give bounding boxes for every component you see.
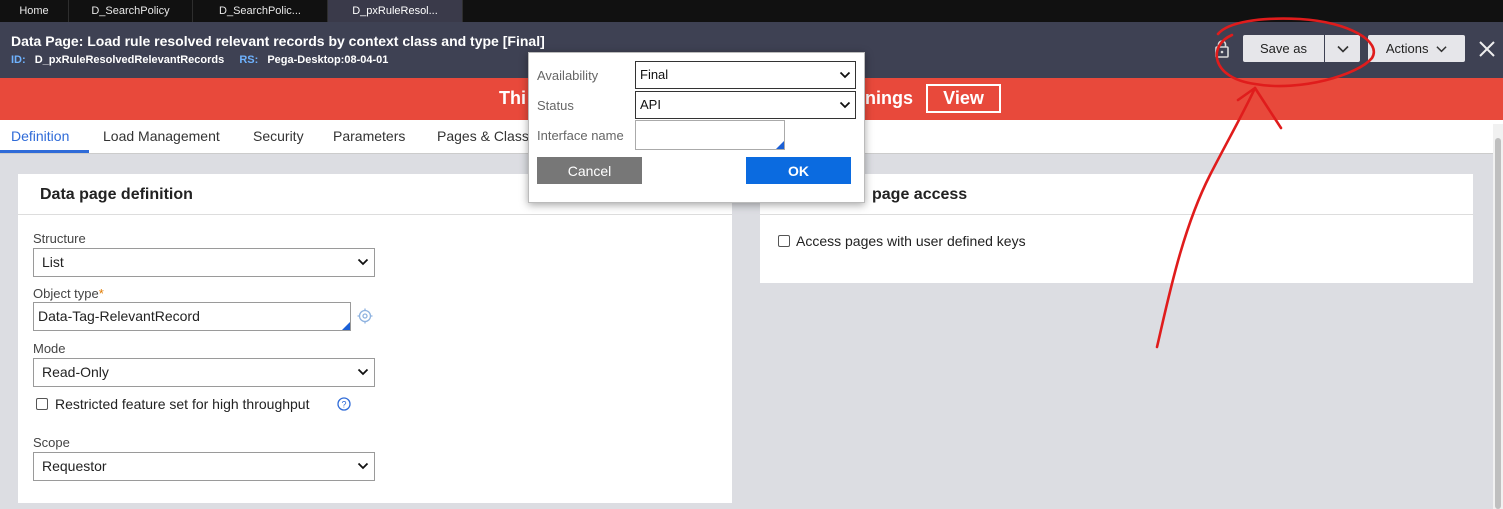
rs-value: Pega-Desktop:08-04-01 [267, 54, 389, 66]
scope-label: Scope [33, 435, 70, 450]
help-icon[interactable]: ? [337, 397, 351, 411]
cancel-button[interactable]: Cancel [537, 157, 642, 184]
status-badge: [Final] [502, 33, 545, 49]
scope-value: Requestor [42, 458, 107, 474]
chevron-down-icon [357, 462, 369, 470]
object-type-label-text: Object type [33, 286, 99, 301]
view-warnings-button[interactable]: View [926, 84, 1001, 113]
tab-home[interactable]: Home [0, 0, 69, 22]
chevron-down-icon [357, 368, 369, 376]
scope-select[interactable]: Requestor [33, 452, 375, 481]
rs-key: RS: [239, 54, 259, 66]
chevron-down-icon [1336, 45, 1349, 53]
panel-title: page access [872, 186, 968, 203]
autocomplete-corner-icon [342, 322, 350, 330]
restricted-feature-checkbox[interactable] [36, 398, 48, 410]
chevron-down-icon [839, 71, 851, 79]
tab-load-management[interactable]: Load Management [103, 128, 220, 144]
workarea-tab-strip: Home D_SearchPolicy D_SearchPolic... D_p… [0, 0, 1503, 22]
tab-d-searchpolicy[interactable]: D_SearchPolicy [69, 0, 193, 22]
chevron-down-icon [1436, 46, 1447, 53]
autocomplete-corner-icon [776, 141, 784, 149]
panel-title: Data page definition [40, 186, 193, 203]
id-key: ID: [11, 54, 26, 66]
banner-text-start: Thi [499, 88, 526, 108]
mode-label: Mode [33, 341, 66, 356]
structure-select[interactable]: List [33, 248, 375, 277]
tab-definition[interactable]: Definition [11, 128, 69, 144]
lock-icon[interactable] [1214, 39, 1230, 59]
ok-button[interactable]: OK [746, 157, 851, 184]
object-type-label: Object type* [33, 286, 104, 301]
tab-security[interactable]: Security [253, 128, 304, 144]
id-value: D_pxRuleResolvedRelevantRecords [34, 54, 225, 66]
chevron-down-icon [357, 258, 369, 266]
required-marker: * [98, 286, 104, 301]
scrollbar-thumb[interactable] [1495, 138, 1501, 509]
svg-text:?: ? [341, 400, 346, 410]
mode-value: Read-Only [42, 364, 109, 380]
divider [18, 214, 732, 215]
interface-name-input[interactable] [635, 120, 785, 150]
tab-parameters[interactable]: Parameters [333, 128, 405, 144]
open-target-icon[interactable] [357, 308, 373, 324]
divider [760, 214, 1473, 215]
user-defined-keys-label: Access pages with user defined keys [796, 233, 1026, 249]
save-as-button[interactable]: Save as [1243, 35, 1324, 62]
banner-text-end: rnings [858, 88, 914, 108]
status-value: API [640, 97, 661, 112]
close-icon[interactable] [1478, 40, 1496, 58]
object-type-value: Data-Tag-RelevantRecord [38, 308, 200, 324]
user-defined-keys-checkbox[interactable] [778, 235, 790, 247]
tab-d-pxruleresolved[interactable]: D_pxRuleResol... [328, 0, 463, 22]
rule-title: Data Page: Load rule resolved relevant r… [11, 33, 499, 49]
actions-label: Actions [1385, 41, 1429, 56]
structure-label: Structure [33, 231, 86, 246]
active-tab-indicator [0, 150, 89, 153]
interface-name-label: Interface name [537, 128, 624, 143]
structure-value: List [42, 254, 64, 270]
vertical-scrollbar[interactable] [1493, 124, 1503, 509]
restricted-feature-label: Restricted feature set for high throughp… [55, 396, 310, 412]
actions-button[interactable]: Actions [1368, 35, 1465, 62]
tab-d-searchpolicy-2[interactable]: D_SearchPolic... [193, 0, 328, 22]
mode-select[interactable]: Read-Only [33, 358, 375, 387]
keyed-page-access-panel: page access [760, 174, 1473, 283]
page-title: Data Page: Load rule resolved relevant r… [11, 33, 545, 49]
availability-value: Final [640, 67, 669, 82]
chevron-down-icon [839, 101, 851, 109]
save-as-dropdown-button[interactable] [1325, 35, 1360, 62]
availability-select[interactable]: Final [635, 61, 856, 89]
status-label: Status [537, 98, 574, 113]
tab-pages-classes[interactable]: Pages & Class [437, 128, 529, 144]
availability-label: Availability [537, 68, 599, 83]
rule-id-line: ID: D_pxRuleResolvedRelevantRecords RS: … [11, 54, 388, 66]
status-select[interactable]: API [635, 91, 856, 119]
object-type-input[interactable]: Data-Tag-RelevantRecord [33, 302, 351, 331]
save-as-popup: Availability Final Status API Interface … [528, 52, 865, 203]
